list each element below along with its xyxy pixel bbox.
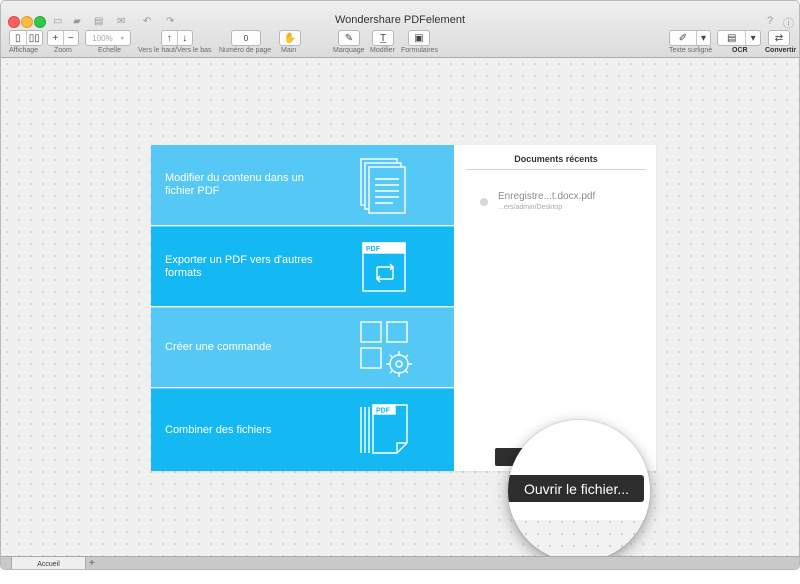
zoom-control[interactable]: + − xyxy=(47,30,79,46)
page-number-label: Numéro de page xyxy=(219,47,272,54)
edit-content-label: Modifier du contenu dans un fichier PDF xyxy=(165,172,304,197)
modifier-label: Modifier xyxy=(370,47,395,54)
grid-gear-icon xyxy=(360,321,412,377)
echelle-label: Echelle xyxy=(98,47,121,54)
convert-button[interactable]: ⇄ xyxy=(768,30,790,46)
navigation-label: Vers le haut/Vers le bas xyxy=(138,47,212,54)
edit-text-icon: T̲ xyxy=(379,32,387,44)
convertir-label: Convertir xyxy=(765,47,797,54)
pdf-badge-text: PDF xyxy=(366,246,381,253)
two-page-view-icon[interactable]: ▯▯ xyxy=(25,31,43,45)
single-page-view-icon[interactable]: ▯ xyxy=(10,31,26,45)
highlighter-icon[interactable]: ✐ xyxy=(670,31,696,45)
hand-icon: ✋ xyxy=(283,32,297,44)
chevron-down-icon[interactable]: ▾ xyxy=(745,31,760,45)
ocr-control[interactable]: ▤ ▾ xyxy=(717,30,761,46)
edit-content-tile[interactable]: Modifier du contenu dans un fichier PDF xyxy=(151,145,454,225)
ocr-icon[interactable]: ▤ xyxy=(718,31,745,45)
tab-bar: Accueil + xyxy=(1,556,799,569)
app-window: ▭ ▰ ▤ ✉ ↶ ↷ Wondershare PDFelement ? ⓘ ▯… xyxy=(0,0,800,570)
combine-files-label: Combiner des fichiers xyxy=(165,423,272,436)
forms-button[interactable]: ▣ xyxy=(408,30,430,46)
window-title: Wondershare PDFelement xyxy=(334,14,466,26)
page-number-value: 0 xyxy=(243,33,249,43)
create-batch-tile[interactable]: Créer une commande xyxy=(151,307,454,387)
scale-select[interactable]: 100% ▾ xyxy=(85,30,131,46)
affichage-label: Affichage xyxy=(9,47,39,54)
add-tab-button[interactable]: + xyxy=(89,558,95,569)
page-number-field[interactable]: 0 xyxy=(231,30,261,46)
recent-documents-title: Documents récents xyxy=(466,154,646,170)
marquage-label: Marquage xyxy=(333,47,365,54)
export-pdf-label: Exporter un PDF vers d'autres formats xyxy=(165,253,313,279)
markup-button[interactable]: ✎ xyxy=(338,30,360,46)
combine-files-tile[interactable]: Combiner des fichiers PDF xyxy=(151,388,454,471)
formulaires-label: Formulaires xyxy=(401,47,438,54)
file-bullet-icon xyxy=(480,198,488,206)
info-icon[interactable]: ⓘ xyxy=(783,15,794,31)
zoom-label: Zoom xyxy=(54,47,72,54)
hand-tool-button[interactable]: ✋ xyxy=(279,30,301,46)
magnifier-panel-area xyxy=(508,420,650,520)
combine-files-icon: PDF xyxy=(360,404,408,454)
open-file-button[interactable]: Ouvrir le fichier... xyxy=(508,475,644,502)
recent-document-name[interactable]: Enregistre...t.docx.pdf xyxy=(498,191,595,202)
page-down-icon[interactable]: ↓ xyxy=(176,31,193,45)
chevron-down-icon: ▾ xyxy=(120,35,124,42)
page-nav-control[interactable]: ↑ ↓ xyxy=(161,30,193,46)
magnifier-callout: Ouvrir le fichier... xyxy=(508,420,650,562)
zoom-out-button[interactable]: − xyxy=(62,31,79,45)
help-icon[interactable]: ? xyxy=(767,15,773,27)
export-pdf-tile[interactable]: Exporter un PDF vers d'autres formats PD… xyxy=(151,226,454,306)
highlight-label: Texte surligné xyxy=(669,47,713,54)
scale-value: 100% xyxy=(92,33,113,43)
form-icon: ▣ xyxy=(414,32,424,44)
pdf-convert-icon: PDF xyxy=(362,242,406,292)
edit-button[interactable]: T̲ xyxy=(372,30,394,46)
highlight-control[interactable]: ✐ ▾ xyxy=(669,30,711,46)
toolbar: ▭ ▰ ▤ ✉ ↶ ↷ Wondershare PDFelement ? ⓘ ▯… xyxy=(1,1,799,58)
convert-icon: ⇄ xyxy=(774,32,784,44)
zoom-in-button[interactable]: + xyxy=(48,31,63,45)
create-batch-label: Créer une commande xyxy=(165,341,272,353)
page-up-icon[interactable]: ↑ xyxy=(162,31,177,45)
markup-icon: ✎ xyxy=(344,32,354,44)
view-mode-toggle[interactable]: ▯ ▯▯ xyxy=(9,30,43,46)
pdf-badge-text: PDF xyxy=(376,408,391,415)
ocr-label: OCR xyxy=(732,47,748,54)
chevron-down-icon[interactable]: ▾ xyxy=(696,31,710,45)
document-stack-icon xyxy=(360,158,406,214)
main-label: Main xyxy=(281,47,297,54)
tab-accueil[interactable]: Accueil xyxy=(11,557,86,569)
workspace: Modifier du contenu dans un fichier PDF xyxy=(1,58,799,562)
recent-document-path: ...ers/admin/Desktop xyxy=(498,204,563,211)
